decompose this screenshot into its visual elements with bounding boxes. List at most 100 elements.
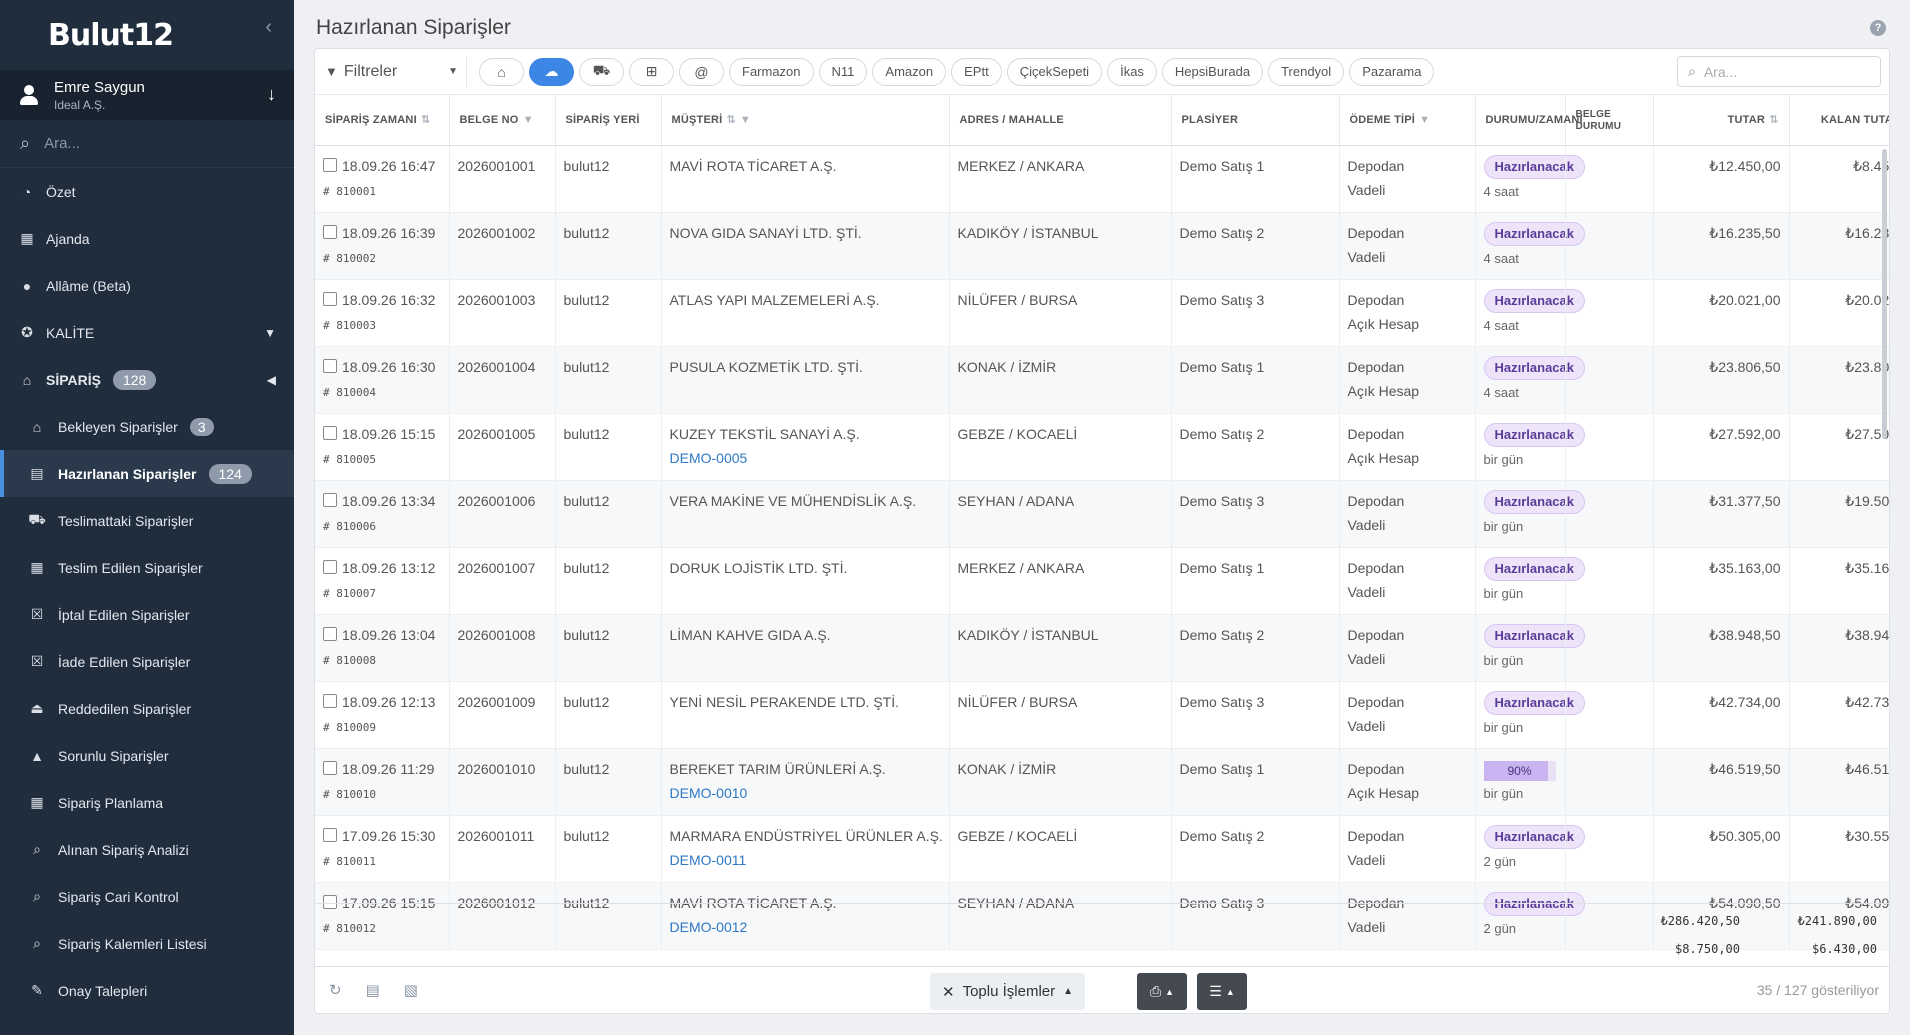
customer-name[interactable]: LİMAN KAHVE GIDA A.Ş. (670, 627, 831, 643)
customer-name[interactable]: MARMARA ENDÜSTRİYEL ÜRÜNLER A.Ş. (670, 828, 943, 844)
row-checkbox[interactable] (323, 224, 337, 239)
filter-chip-hepsiburada[interactable]: HepsiBurada (1161, 57, 1264, 86)
doc-number[interactable]: 2026001004 (458, 359, 536, 375)
row-checkbox[interactable] (323, 291, 337, 306)
col-header-doc[interactable]: BELGE NO ▼ (449, 95, 556, 146)
filter-chip-eptt[interactable]: EPtt (951, 57, 1002, 86)
table-row[interactable]: 18.09.26 13:04 # 810008 2026001008 bulut1… (315, 614, 1889, 682)
sidebar-item-iade[interactable]: ☒ İade Edilen Siparişler (0, 638, 294, 685)
sidebar-item-teslimattaki[interactable]: ⛟ Teslimattaki Siparişler (0, 497, 294, 544)
col-header-rep[interactable]: PLASİYER (1171, 95, 1340, 146)
doc-number[interactable]: 2026001007 (458, 560, 536, 576)
help-icon[interactable]: ? (1870, 20, 1886, 36)
filter-chip-farmazon[interactable]: Farmazon (729, 57, 814, 86)
logo[interactable]: Bulut12 (48, 18, 174, 53)
row-checkbox[interactable] (323, 626, 337, 641)
demo-link[interactable]: DEMO-0005 (670, 450, 748, 466)
filter-chip-cloud[interactable]: ☁ (529, 57, 574, 86)
sidebar-item-ajanda[interactable]: ▦ Ajanda (0, 215, 294, 262)
col-header-status[interactable]: DURUMU/ZAMANI (1475, 95, 1583, 146)
sidebar-item-hazirlanan[interactable]: ▤ Hazırlanan Siparişler 124 (0, 450, 294, 497)
filter-chip-n11[interactable]: N11 (818, 57, 868, 86)
filter-chip-trendyol[interactable]: Trendyol (1268, 57, 1345, 86)
customer-name[interactable]: VERA MAKİNE VE MÜHENDİSLİK A.Ş. (670, 493, 917, 509)
filter-chip-ciceksepeti[interactable]: ÇiçekSepeti (1006, 57, 1103, 86)
excel-icon[interactable]: ▧ (404, 981, 418, 999)
customer-name[interactable]: MAVİ ROTA TİCARET A.Ş. (670, 158, 837, 174)
columns-button[interactable]: ☰ ▲ (1197, 973, 1247, 1010)
sidebar-item-kalite[interactable]: ✪ KALİTE ▼ (0, 309, 294, 356)
row-checkbox[interactable] (323, 492, 337, 507)
doc-number[interactable]: 2026001005 (458, 426, 536, 442)
col-header-remaining[interactable]: KALAN TUTAR⇅ (1789, 95, 1889, 146)
filters-dropdown[interactable]: ▼ Filtreler ▼ (323, 56, 467, 87)
row-checkbox[interactable] (323, 693, 337, 708)
sidebar-item-sorunlu[interactable]: ▲ Sorunlu Siparişler (0, 732, 294, 779)
table-row[interactable]: 18.09.26 12:13 # 810009 2026001009 bulut1… (315, 681, 1889, 749)
filter-chip-pazarama[interactable]: Pazarama (1349, 57, 1435, 86)
sidebar-item-teslim-edilen[interactable]: ▦ Teslim Edilen Siparişler (0, 544, 294, 591)
col-header-doc-status[interactable]: BELGE DURUMU (1565, 95, 1654, 146)
col-header-payment[interactable]: ÖDEME TİPİ ▼ (1339, 95, 1476, 146)
table-row[interactable]: 18.09.26 13:34 # 810006 2026001006 bulut1… (315, 480, 1889, 548)
doc-number[interactable]: 2026001008 (458, 627, 536, 643)
doc-number[interactable]: 2026001010 (458, 761, 536, 777)
customer-name[interactable]: KUZEY TEKSTİL SANAYİ A.Ş. (670, 426, 860, 442)
row-checkbox[interactable] (323, 358, 337, 373)
table-row[interactable]: 18.09.26 16:30 # 810004 2026001004 bulut1… (315, 346, 1889, 414)
filter-chip-truck[interactable]: ⛟ (579, 57, 624, 86)
table-row[interactable]: 18.09.26 16:39 # 810002 2026001002 bulut1… (315, 212, 1889, 280)
sidebar-item-analiz[interactable]: ⌕ Alınan Sipariş Analizi (0, 826, 294, 873)
sidebar-item-iptal[interactable]: ☒ İptal Edilen Siparişler (0, 591, 294, 638)
filter-chip-network[interactable]: ⊞ (629, 57, 674, 86)
table-row[interactable]: 18.09.26 11:29 # 810010 2026001010 bulut1… (315, 748, 1889, 816)
sidebar-item-bekleyen[interactable]: ⌂ Bekleyen Siparişler 3 (0, 403, 294, 450)
doc-number[interactable]: 2026001003 (458, 292, 536, 308)
collapse-sidebar-icon[interactable]: ‹ (265, 16, 272, 39)
filter-chip-amazon[interactable]: Amazon (872, 57, 947, 86)
sidebar-item-onay[interactable]: ✎ Onay Talepleri (0, 967, 294, 1014)
row-checkbox[interactable] (323, 157, 337, 172)
col-header-time[interactable]: SİPARİŞ ZAMANI ⇅ (315, 95, 450, 146)
filter-chip-home[interactable]: ⌂ (479, 57, 524, 86)
row-checkbox[interactable] (323, 760, 337, 775)
print-button[interactable]: ⎙ ▲ (1137, 973, 1187, 1010)
table-row[interactable]: 17.09.26 15:30 # 810011 2026001011 bulut1… (315, 815, 1889, 883)
sidebar-item-ozet[interactable]: ◔ Özet (0, 168, 294, 215)
sidebar-item-planlama[interactable]: ▦ Sipariş Planlama (0, 779, 294, 826)
col-header-customer[interactable]: MÜŞTERİ ⇅ ▼ (661, 95, 950, 146)
table-row[interactable]: 18.09.26 13:12 # 810007 2026001007 bulut1… (315, 547, 1889, 615)
customer-name[interactable]: BEREKET TARIM ÜRÜNLERİ A.Ş. (670, 761, 886, 777)
table-view-icon[interactable]: ▤ (366, 981, 380, 999)
doc-number[interactable]: 2026001002 (458, 225, 536, 241)
table-row[interactable]: 18.09.26 16:32 # 810003 2026001003 bulut1… (315, 279, 1889, 347)
doc-number[interactable]: 2026001009 (458, 694, 536, 710)
sidebar-item-cari-kontrol[interactable]: ⌕ Sipariş Cari Kontrol (0, 873, 294, 920)
row-checkbox[interactable] (323, 425, 337, 440)
arrow-down-icon[interactable]: ↓ (267, 84, 276, 105)
customer-name[interactable]: DORUK LOJİSTİK LTD. ŞTİ. (670, 560, 848, 576)
customer-name[interactable]: PUSULA KOZMETİK LTD. ŞTİ. (670, 359, 863, 375)
col-header-address[interactable]: ADRES / MAHALLE (949, 95, 1172, 146)
user-menu[interactable]: Emre Saygun Ideal A.Ş. ↓ (0, 70, 294, 120)
demo-link[interactable]: DEMO-0010 (670, 785, 748, 801)
col-header-amount[interactable]: TUTAR ⇅ (1653, 95, 1790, 146)
doc-number[interactable]: 2026001011 (458, 828, 535, 844)
demo-link[interactable]: DEMO-0011 (670, 852, 747, 868)
table-search-input[interactable] (1703, 63, 1864, 80)
customer-name[interactable]: ATLAS YAPI MALZEMELERİ A.Ş. (670, 292, 880, 308)
sidebar-item-kalemler[interactable]: ⌕ Sipariş Kalemleri Listesi (0, 920, 294, 967)
row-checkbox[interactable] (323, 827, 337, 842)
sidebar-item-siparis[interactable]: ⌂ SİPARİŞ 128 ◀ (0, 356, 294, 403)
filter-chip-ikas[interactable]: İkas (1107, 57, 1157, 86)
sidebar-item-allame[interactable]: ● Allâme (Beta) (0, 262, 294, 309)
col-header-place[interactable]: SİPARİŞ YERİ (555, 95, 662, 146)
customer-name[interactable]: YENİ NESİL PERAKENDE LTD. ŞTİ. (670, 694, 900, 710)
refresh-icon[interactable]: ↻ (329, 981, 342, 999)
bulk-actions-button[interactable]: ✕ Toplu İşlemler ▲ (930, 973, 1086, 1010)
table-row[interactable]: 18.09.26 16:47 # 810001 2026001001 bulut1… (315, 145, 1889, 213)
doc-number[interactable]: 2026001001 (458, 158, 536, 174)
table-row[interactable]: 18.09.26 15:15 # 810005 2026001005 bulut1… (315, 413, 1889, 481)
sidebar-search-input[interactable] (44, 135, 265, 152)
customer-name[interactable]: NOVA GIDA SANAYİ LTD. ŞTİ. (670, 225, 862, 241)
